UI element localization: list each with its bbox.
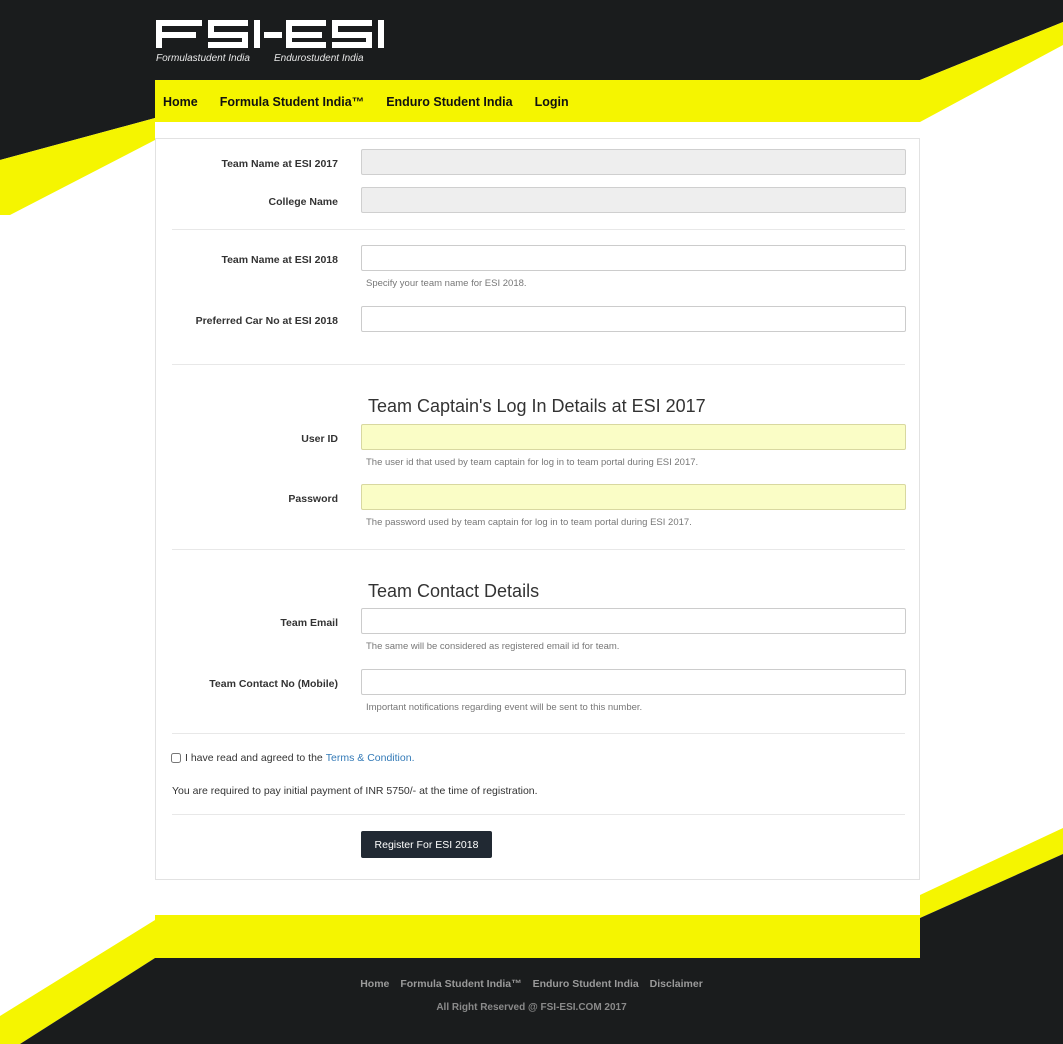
main-nav: Home Formula Student India™ Enduro Stude…	[163, 95, 591, 109]
nav-home[interactable]: Home	[163, 95, 198, 109]
agree-checkbox[interactable]	[171, 753, 181, 763]
copyright: All Right Reserved @ FSI-ESI.COM 2017	[436, 1002, 627, 1013]
registration-form: Team Name at ESI 2017 College Name Team …	[155, 138, 920, 880]
label-team-name-2018: Team Name at ESI 2018	[221, 254, 338, 266]
section-title-captain-login: Team Captain's Log In Details at ESI 201…	[368, 396, 706, 416]
section-title-contact: Team Contact Details	[368, 581, 540, 601]
help-password: The password used by team captain for lo…	[366, 517, 692, 528]
footer-nav: Home Formula Student India™ Enduro Stude…	[0, 978, 1063, 990]
team-contact-input[interactable]	[361, 669, 906, 695]
college-name-input[interactable]	[361, 187, 906, 213]
help-team-contact: Important notifications regarding event …	[366, 702, 643, 713]
password-input[interactable]	[361, 484, 906, 510]
label-team-name-2017: Team Name at ESI 2017	[221, 158, 338, 170]
divider	[172, 229, 905, 230]
logo[interactable]: Formulastudent India Endurostudent India	[156, 18, 408, 64]
car-no-2018-input[interactable]	[361, 306, 906, 332]
logo-mark	[156, 20, 384, 48]
nav-formula-student-india[interactable]: Formula Student India™	[220, 95, 364, 109]
divider	[172, 549, 905, 550]
help-team-name-2018: Specify your team name for ESI 2018.	[366, 278, 527, 289]
footer-link-enduro-student-india[interactable]: Enduro Student India	[533, 978, 639, 990]
divider	[172, 814, 905, 815]
divider	[172, 364, 905, 365]
terms-link[interactable]: Terms & Condition.	[326, 752, 415, 764]
footer-link-disclaimer[interactable]: Disclaimer	[650, 978, 703, 990]
help-team-email: The same will be considered as registere…	[366, 641, 620, 652]
label-password: Password	[288, 493, 338, 505]
logo-sub-fsi: Formulastudent India	[156, 53, 250, 64]
label-team-contact: Team Contact No (Mobile)	[209, 678, 338, 690]
label-team-email: Team Email	[280, 617, 338, 629]
team-name-2017-input[interactable]	[361, 149, 906, 175]
nav-login[interactable]: Login	[535, 95, 569, 109]
payment-note: You are required to pay initial payment …	[172, 785, 538, 797]
team-email-input[interactable]	[361, 608, 906, 634]
team-name-2018-input[interactable]	[361, 245, 906, 271]
label-car-no-2018: Preferred Car No at ESI 2018	[195, 315, 338, 327]
terms-agreement: I have read and agreed to the Terms & Co…	[171, 752, 414, 764]
label-user-id: User ID	[301, 433, 338, 445]
footer-link-home[interactable]: Home	[360, 978, 389, 990]
help-user-id: The user id that used by team captain fo…	[366, 457, 699, 468]
divider	[172, 733, 905, 734]
agree-text: I have read and agreed to the	[185, 752, 323, 764]
footer-link-formula-student-india[interactable]: Formula Student India™	[400, 978, 521, 990]
nav-enduro-student-india[interactable]: Enduro Student India	[386, 95, 512, 109]
label-college-name: College Name	[268, 196, 338, 208]
logo-sub-esi: Endurostudent India	[274, 53, 364, 64]
user-id-input[interactable]	[361, 424, 906, 450]
